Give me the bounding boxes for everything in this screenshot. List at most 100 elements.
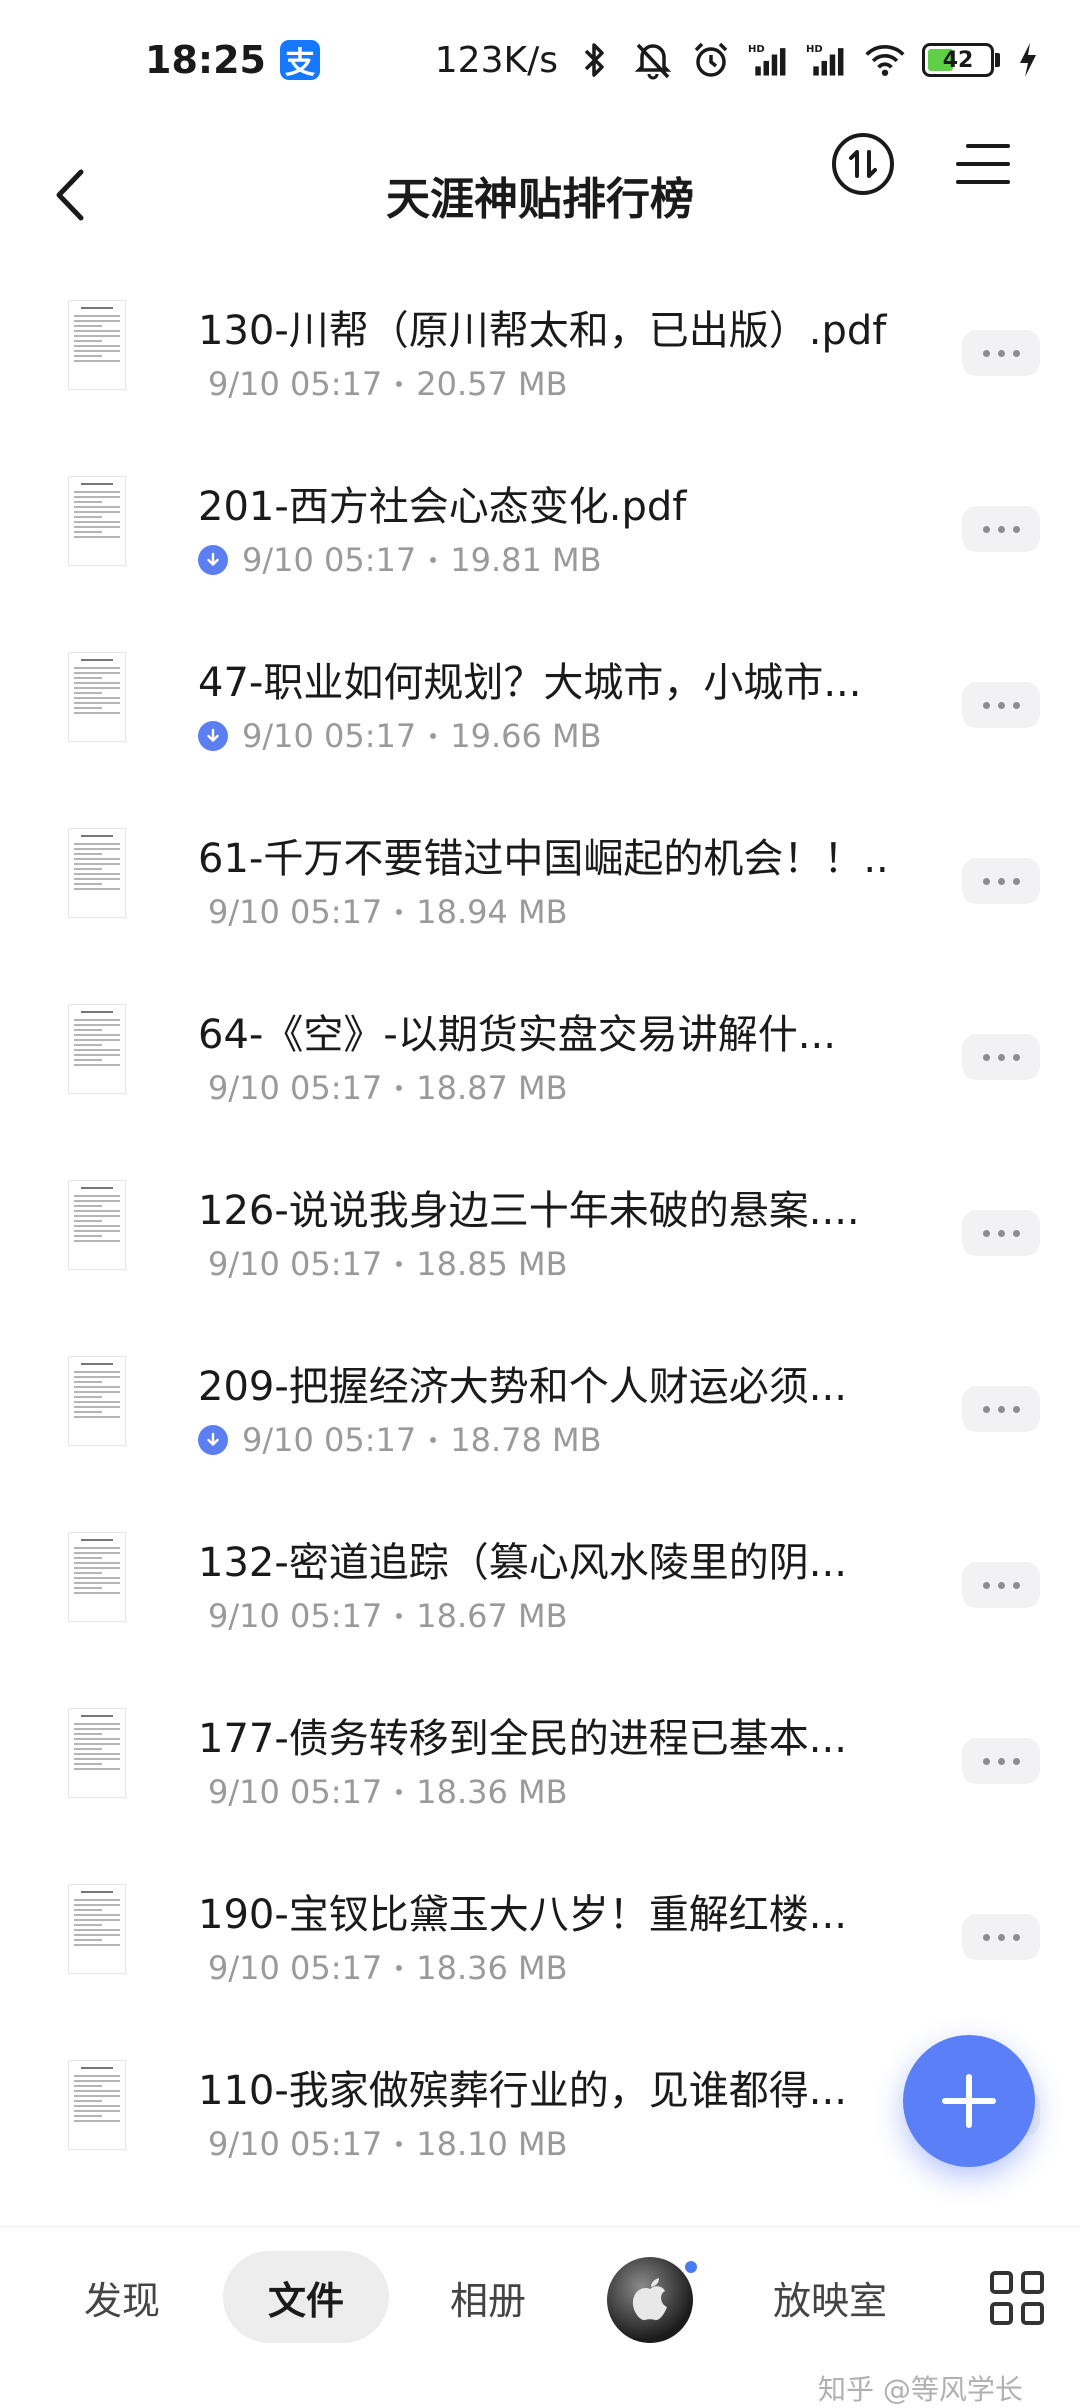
back-arrow-icon [56,169,84,221]
file-size: 20.57 MB [416,365,568,403]
file-name: 61-千万不要错过中国崛起的机会！！.. [198,836,889,882]
more-apps-icon[interactable] [990,2271,1044,2325]
list-item[interactable]: 201-西方社会心态变化.pdf 9/10 05:17 19.81 MB [0,446,1080,622]
separator-dot [396,381,403,387]
pdf-thumbnail [68,2060,126,2150]
file-size: 19.81 MB [450,541,602,579]
plus-icon [942,2074,996,2128]
notification-dot [683,2259,699,2275]
more-options-button[interactable] [962,506,1040,552]
file-meta: 9/10 05:17 18.67 MB [208,1597,568,1635]
sort-icon [849,150,877,178]
battery: 42 [922,43,1000,77]
pdf-thumbnail [68,1884,126,1974]
file-date: 9/10 05:17 [208,1597,383,1635]
file-meta: 9/10 05:17 18.36 MB [208,1949,568,1987]
wifi-icon [864,39,906,81]
pdf-thumbnail [68,1180,126,1270]
menu-button[interactable] [956,142,1010,186]
file-size: 18.36 MB [416,1949,568,1987]
list-item[interactable]: 47-职业如何规划？大城市，小城市... 9/10 05:17 19.66 MB [0,622,1080,798]
separator-dot [396,1613,403,1619]
file-meta: 9/10 05:17 18.78 MB [198,1421,602,1459]
app-header: 天涯神贴排行榜 [0,120,1080,270]
file-date: 9/10 05:17 [208,1069,383,1107]
file-date: 9/10 05:17 [208,1949,383,1987]
nav-album[interactable]: 相册 [428,2251,548,2343]
file-size: 18.85 MB [416,1245,568,1283]
list-item[interactable]: 209-把握经济大势和个人财运必须... 9/10 05:17 18.78 MB [0,1326,1080,1502]
file-size: 19.66 MB [450,717,602,755]
downloaded-icon [198,545,228,575]
file-meta: 9/10 05:17 19.66 MB [198,717,602,755]
more-options-button[interactable] [962,330,1040,376]
file-name: 190-宝钗比黛玉大八岁！重解红楼... [198,1892,847,1938]
separator-dot [396,1261,403,1267]
charging-icon [1016,39,1040,81]
signal-hd-1-icon: HD [748,39,790,81]
file-size: 18.36 MB [416,1773,568,1811]
file-name: 209-把握经济大势和个人财运必须... [198,1364,847,1410]
file-meta: 9/10 05:17 20.57 MB [208,365,568,403]
file-meta: 9/10 05:17 18.94 MB [208,893,568,931]
more-options-button[interactable] [962,1210,1040,1256]
separator-dot [396,909,403,915]
more-options-button[interactable] [962,1914,1040,1960]
pdf-thumbnail [68,828,126,918]
downloaded-icon [198,1425,228,1455]
more-options-button[interactable] [962,1562,1040,1608]
file-date: 9/10 05:17 [208,893,383,931]
sort-button[interactable] [832,133,894,195]
file-list: 130-川帮（原川帮太和，已出版）.pdf 9/10 05:17 20.57 MB 2… [0,270,1080,2206]
separator-dot [430,733,437,739]
avatar[interactable] [607,2257,693,2343]
watermark: 知乎 @等风学长 [818,2373,1023,2406]
file-size: 18.10 MB [416,2125,568,2163]
file-name: 126-说说我身边三十年未破的悬案.... [198,1188,860,1234]
separator-dot [396,1965,403,1971]
list-item[interactable]: 190-宝钗比黛玉大八岁！重解红楼... 9/10 05:17 18.36 MB [0,1854,1080,2030]
file-name: 110-我家做殡葬行业的，见谁都得... [198,2068,847,2114]
list-item[interactable]: 132-密道追踪（篡心风水陵里的阴... 9/10 05:17 18.67 MB [0,1502,1080,1678]
bluetooth-icon [574,39,616,81]
status-bar: 18:25 支 123K/s HD HD 42 [0,0,1080,120]
more-options-button[interactable] [962,682,1040,728]
file-name: 47-职业如何规划？大城市，小城市... [198,660,862,706]
file-name: 132-密道追踪（篡心风水陵里的阴... [198,1540,847,1586]
list-item[interactable]: 64-《空》-以期货实盘交易讲解什... 9/10 05:17 18.87 MB [0,974,1080,1150]
more-options-button[interactable] [962,1386,1040,1432]
status-time: 18:25 [145,38,266,82]
file-meta: 9/10 05:17 18.87 MB [208,1069,568,1107]
alarm-icon [690,39,732,81]
separator-dot [396,1789,403,1795]
back-button[interactable] [40,165,100,225]
file-size: 18.87 MB [416,1069,568,1107]
separator-dot [396,2141,403,2147]
file-date: 9/10 05:17 [242,541,417,579]
list-item[interactable]: 177-债务转移到全民的进程已基本... 9/10 05:17 18.36 MB [0,1678,1080,1854]
status-right: 123K/s HD HD 42 [435,39,1040,81]
separator-dot [430,557,437,563]
file-date: 9/10 05:17 [208,365,383,403]
file-date: 9/10 05:17 [242,717,417,755]
more-options-button[interactable] [962,1034,1040,1080]
nav-files[interactable]: 文件 [223,2251,389,2343]
nav-theater[interactable]: 放映室 [760,2251,900,2343]
pdf-thumbnail [68,1356,126,1446]
file-date: 9/10 05:17 [208,2125,383,2163]
nav-discover[interactable]: 发现 [62,2251,182,2343]
file-meta: 9/10 05:17 18.85 MB [208,1245,568,1283]
apple-logo-icon [632,2278,667,2321]
signal-hd-2-icon: HD [806,39,848,81]
list-item[interactable]: 130-川帮（原川帮太和，已出版）.pdf 9/10 05:17 20.57 MB [0,270,1080,446]
list-item[interactable]: 126-说说我身边三十年未破的悬案.... 9/10 05:17 18.85 MB [0,1150,1080,1326]
list-item[interactable]: 61-千万不要错过中国崛起的机会！！.. 9/10 05:17 18.94 MB [0,798,1080,974]
add-button[interactable] [903,2035,1035,2167]
file-meta: 9/10 05:17 18.36 MB [208,1773,568,1811]
pdf-thumbnail [68,300,126,390]
more-options-button[interactable] [962,1738,1040,1784]
more-options-button[interactable] [962,858,1040,904]
svg-text:HD: HD [748,44,765,55]
file-meta: 9/10 05:17 18.10 MB [208,2125,568,2163]
file-date: 9/10 05:17 [242,1421,417,1459]
